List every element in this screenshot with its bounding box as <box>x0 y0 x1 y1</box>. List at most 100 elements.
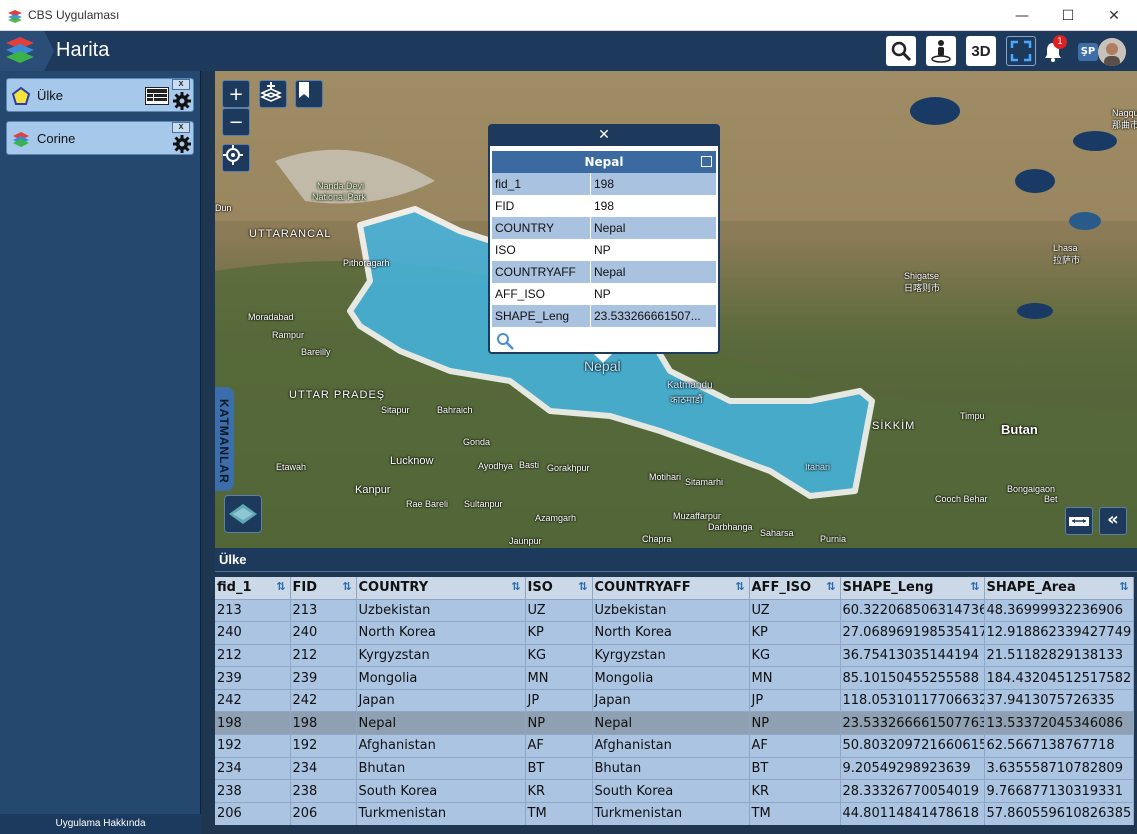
map-label-gonda: Gonda <box>463 437 491 447</box>
maximize-icon: ☐ <box>1061 7 1075 24</box>
popup-close-icon[interactable]: ✕ <box>598 127 610 143</box>
streetview-button[interactable] <box>926 36 956 66</box>
sort-icon[interactable]: ⇅ <box>342 580 351 593</box>
table-cell: 85.10150455255588 <box>840 666 985 690</box>
table-row[interactable]: 206 206 Turkmenistan TM Turkmenistan TM 44.801… <box>215 801 1134 825</box>
sort-icon[interactable]: ⇅ <box>826 580 835 593</box>
add-layer-button[interactable] <box>259 80 287 108</box>
page-title: Harita <box>56 39 110 61</box>
table-cell: 44.80114841478618 <box>840 801 985 825</box>
sort-icon[interactable]: ⇅ <box>578 580 587 593</box>
map-label-lhasa-local: 拉萨市 <box>1053 255 1081 265</box>
table-cell: 239 <box>215 666 291 690</box>
table-cell: Bhutan <box>356 756 526 780</box>
attribute-table-button[interactable] <box>145 87 169 105</box>
close-button[interactable]: ✕ <box>1091 0 1137 31</box>
column-header[interactable]: SHAPE_Leng ⇅ <box>840 577 985 599</box>
popup-maximize-icon[interactable] <box>701 156 712 167</box>
column-header[interactable]: COUNTRYAFF ⇅ <box>592 577 750 599</box>
map-label-bahraich: Bahraich <box>437 405 473 415</box>
map-label-katmandu: Katmandu <box>667 380 713 391</box>
column-header[interactable]: AFF_ISO ⇅ <box>749 577 841 599</box>
search-button[interactable] <box>886 36 916 66</box>
layer-item-corine[interactable]: Corine x <box>6 121 194 155</box>
sort-icon[interactable]: ⇅ <box>511 580 520 593</box>
maximize-button[interactable]: ☐ <box>1045 0 1091 31</box>
table-row[interactable]: 212 212 Kyrgyzstan KG Kyrgyzstan KG 36.7541303… <box>215 643 1134 667</box>
minus-icon: − <box>228 111 244 133</box>
remove-layer-button[interactable]: x <box>172 79 190 90</box>
table-cell: 192 <box>215 734 291 758</box>
column-header[interactable]: fid_1 ⇅ <box>215 577 291 599</box>
column-header-label: COUNTRYAFF <box>594 580 691 596</box>
table-row[interactable]: 192 192 Afghanistan AF Afghanistan AF 50.80320… <box>215 734 1134 758</box>
table-row[interactable]: 238 238 South Korea KR South Korea KR 28.33326… <box>215 779 1134 803</box>
3d-button[interactable]: 3D <box>966 36 996 66</box>
table-row[interactable]: 213 213 Uzbekistan UZ Uzbekistan UZ 60.3220685… <box>215 598 1134 622</box>
locate-button[interactable] <box>222 144 250 172</box>
table-cell: 213 <box>215 598 291 622</box>
table-row[interactable]: 242 242 Japan JP Japan JP 118.05310117706632 37… <box>215 688 1134 712</box>
about-link[interactable]: Uygulama Hakkında <box>0 814 201 834</box>
popup-field-value: NP <box>594 287 611 301</box>
table-row[interactable]: 234 234 Bhutan BT Bhutan BT 9.20549298923639 3.… <box>215 756 1134 780</box>
fullscreen-icon <box>1010 40 1032 62</box>
table-row[interactable]: 239 239 Mongolia MN Mongolia MN 85.10150455255… <box>215 666 1134 690</box>
column-header[interactable]: COUNTRY ⇅ <box>356 577 526 599</box>
gear-icon[interactable] <box>172 134 192 154</box>
notifications-button[interactable]: 1 <box>1044 35 1067 64</box>
minimize-button[interactable]: — <box>999 0 1045 31</box>
sort-icon[interactable]: ⇅ <box>735 580 744 593</box>
map-label-bongaigaon: Bongaigaon <box>1007 484 1056 494</box>
popup-field-value: Nepal <box>594 265 626 279</box>
map-label-moradabad: Moradabad <box>248 312 294 322</box>
table-cell: KP <box>749 621 841 645</box>
column-header-label: AFF_ISO <box>751 580 812 596</box>
app-logo[interactable] <box>0 31 54 71</box>
table-cell: Japan <box>356 688 526 712</box>
column-header[interactable]: SHAPE_Area ⇅ <box>984 577 1134 599</box>
sort-icon[interactable]: ⇅ <box>276 580 285 593</box>
zoom-in-button[interactable]: + <box>222 80 250 108</box>
bookmark-button[interactable] <box>295 80 323 108</box>
map-label-nanda: Nanda Devi <box>317 181 365 191</box>
table-cell: Kyrgyzstan <box>592 643 750 667</box>
table-header-row: fid_1 ⇅ FID ⇅ COUNTRY ⇅ ISO ⇅ COUNTRYAFF ⇅ AFF_ISO… <box>215 577 1134 599</box>
zoom-out-button[interactable]: − <box>222 108 250 136</box>
table-cell: BT <box>525 756 593 780</box>
table-row[interactable]: 198 198 Nepal NP Nepal NP 23.533266661507763 13… <box>215 711 1134 735</box>
table-cell: 184.43204512517582 <box>984 666 1134 690</box>
basemap-switcher-button[interactable] <box>224 495 262 533</box>
minimize-icon: — <box>1015 7 1029 24</box>
table-cell: 198 <box>215 711 291 735</box>
layer-item-ulke[interactable]: Ülke x <box>6 78 194 112</box>
user-menu[interactable]: ŞP <box>1078 38 1128 66</box>
table-cell: 28.33326770054019 <box>840 779 985 803</box>
popup-field-row: ISO NP <box>492 239 716 261</box>
popup-field-row: FID 198 <box>492 195 716 217</box>
gear-icon[interactable] <box>172 91 192 111</box>
table-cell: 27.068969198535417 <box>840 621 985 645</box>
collapse-panel-button[interactable]: « <box>1099 507 1127 535</box>
fullscreen-button[interactable] <box>1006 36 1036 66</box>
remove-layer-button[interactable]: x <box>172 122 190 133</box>
sort-icon[interactable]: ⇅ <box>970 580 979 593</box>
measure-button[interactable] <box>1065 507 1093 535</box>
zoom-to-feature-icon[interactable] <box>496 332 514 350</box>
map-label-bet: Bet <box>1044 494 1058 504</box>
table-icon <box>147 89 167 101</box>
table-cell: 238 <box>215 779 291 803</box>
polygon-layer-icon <box>11 86 31 105</box>
table-cell: 9.20549298923639 <box>840 756 985 780</box>
sort-icon[interactable]: ⇅ <box>1119 580 1128 593</box>
table-cell: JP <box>749 688 841 712</box>
table-row[interactable]: 240 240 North Korea KP North Korea KP 27.06896… <box>215 621 1134 645</box>
column-header[interactable]: FID ⇅ <box>290 577 357 599</box>
map-label-pithoragarh: Pithoragarh <box>343 258 390 268</box>
map-label-motihari: Motihari <box>649 472 682 482</box>
column-header[interactable]: ISO ⇅ <box>525 577 593 599</box>
popup-field-key: ISO <box>492 239 591 261</box>
table-cell: TM <box>525 801 593 825</box>
map-label-purnia: Purnia <box>820 534 847 544</box>
layers-tab[interactable]: KATMANLAR <box>215 387 234 491</box>
